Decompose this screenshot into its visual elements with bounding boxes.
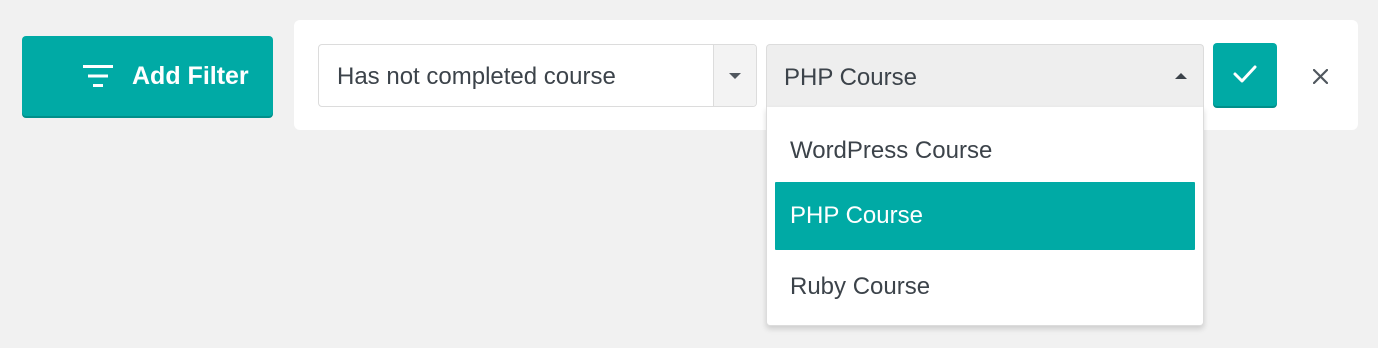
checkmark-icon bbox=[1233, 65, 1257, 83]
course-select-value: PHP Course bbox=[784, 64, 917, 91]
course-dropdown-menu: WordPress Course PHP Course Ruby Course bbox=[766, 107, 1204, 326]
add-filter-button[interactable]: Add Filter bbox=[22, 36, 273, 116]
course-select-toggle[interactable] bbox=[1161, 45, 1203, 108]
close-icon bbox=[1313, 69, 1328, 84]
add-filter-label: Add Filter bbox=[132, 62, 249, 90]
remove-filter-button[interactable] bbox=[1302, 58, 1338, 94]
filter-list-icon bbox=[82, 64, 114, 88]
condition-select-toggle[interactable] bbox=[713, 45, 756, 106]
dropdown-option-php-course[interactable]: PHP Course bbox=[775, 182, 1195, 250]
dropdown-option-ruby-course[interactable]: Ruby Course bbox=[775, 253, 1195, 321]
caret-down-icon bbox=[729, 73, 741, 79]
condition-select[interactable]: Has not completed course bbox=[318, 44, 757, 107]
condition-select-value: Has not completed course bbox=[337, 63, 616, 90]
course-select[interactable]: PHP Course bbox=[766, 44, 1204, 107]
apply-filter-button[interactable] bbox=[1213, 43, 1277, 106]
dropdown-option-wordpress-course[interactable]: WordPress Course bbox=[775, 117, 1195, 185]
caret-up-icon bbox=[1175, 73, 1187, 79]
